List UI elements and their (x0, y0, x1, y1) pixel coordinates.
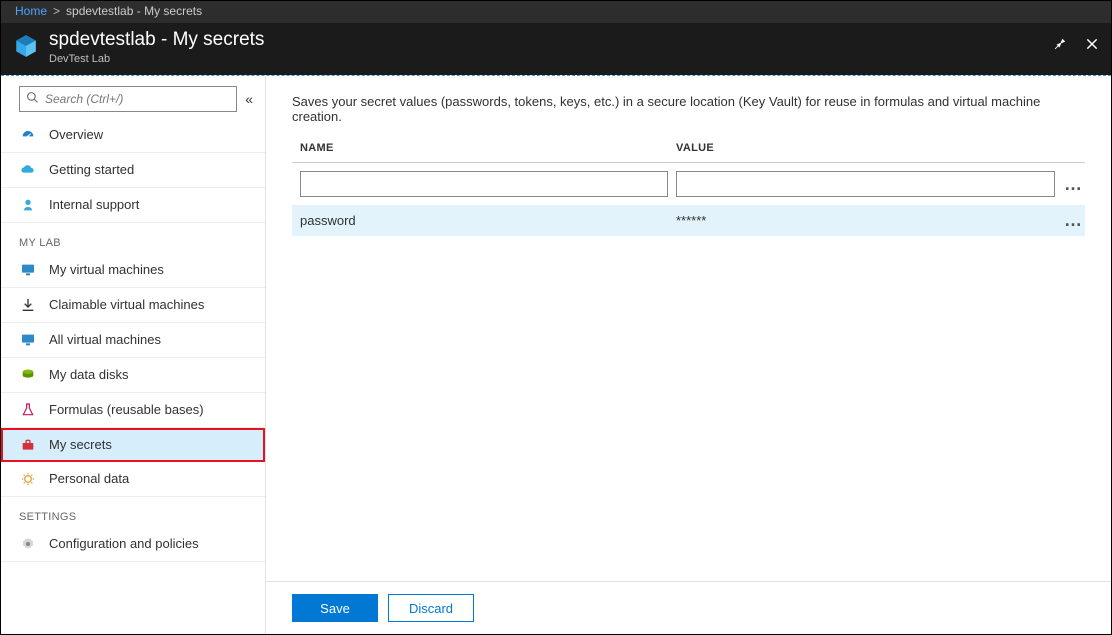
search-placeholder: Search (Ctrl+/) (45, 92, 123, 106)
breadcrumb: Home > spdevtestlab - My secrets (1, 1, 1111, 23)
sidebar-item-internal-support[interactable]: Internal support (1, 188, 265, 223)
sidebar-item-label: My virtual machines (49, 262, 164, 277)
save-button[interactable]: Save (292, 594, 378, 622)
blade-header: spdevtestlab - My secrets DevTest Lab (1, 23, 1111, 75)
sidebar: Search (Ctrl+/) « Overview Getting start… (1, 76, 266, 634)
blade-description: Saves your secret values (passwords, tok… (292, 94, 1085, 124)
secret-value-cell: ****** (676, 213, 1061, 228)
cloud-icon (19, 162, 37, 178)
vm-icon (19, 262, 37, 278)
close-icon[interactable] (1085, 37, 1099, 56)
sidebar-item-label: Formulas (reusable bases) (49, 402, 204, 417)
secrets-table: NAME VALUE … password ****** … (292, 142, 1085, 236)
vm-all-icon (19, 332, 37, 348)
sidebar-item-label: My secrets (49, 437, 112, 452)
sidebar-item-label: Configuration and policies (49, 536, 199, 551)
new-secret-row: … (292, 163, 1085, 205)
column-header-value: VALUE (676, 142, 1085, 154)
secrets-icon (19, 437, 37, 453)
pin-icon[interactable] (1053, 37, 1067, 56)
row-more-icon[interactable]: … (1061, 215, 1085, 225)
sidebar-item-label: Getting started (49, 162, 134, 177)
breadcrumb-current: spdevtestlab - My secrets (66, 4, 202, 18)
disks-icon (19, 367, 37, 383)
sidebar-section-settings: SETTINGS (1, 497, 265, 527)
blade-footer: Save Discard (266, 581, 1111, 634)
sidebar-item-label: Personal data (49, 471, 129, 486)
sidebar-item-data-disks[interactable]: My data disks (1, 358, 265, 393)
overview-icon (19, 127, 37, 143)
breadcrumb-home[interactable]: Home (15, 4, 47, 18)
sidebar-item-personal-data[interactable]: Personal data (1, 462, 265, 497)
sidebar-section-mylab: MY LAB (1, 223, 265, 253)
devtestlab-icon (13, 33, 39, 62)
new-secret-value-input[interactable] (676, 171, 1055, 197)
collapse-sidebar-icon[interactable]: « (245, 91, 253, 107)
sidebar-item-getting-started[interactable]: Getting started (1, 153, 265, 188)
sidebar-item-all-vms[interactable]: All virtual machines (1, 323, 265, 358)
column-header-name: NAME (300, 142, 676, 154)
sidebar-item-label: Claimable virtual machines (49, 297, 204, 312)
sidebar-item-config-policies[interactable]: Configuration and policies (1, 527, 265, 562)
support-icon (19, 197, 37, 213)
sidebar-item-claimable-vms[interactable]: Claimable virtual machines (1, 288, 265, 323)
gear-icon (19, 536, 37, 552)
sidebar-item-formulas[interactable]: Formulas (reusable bases) (1, 393, 265, 428)
breadcrumb-separator: > (53, 4, 60, 18)
search-icon (26, 91, 39, 107)
sidebar-item-label: All virtual machines (49, 332, 161, 347)
blade-subtitle: DevTest Lab (49, 53, 1053, 65)
sidebar-item-my-vms[interactable]: My virtual machines (1, 253, 265, 288)
table-row[interactable]: password ****** … (292, 205, 1085, 236)
discard-button[interactable]: Discard (388, 594, 474, 622)
row-more-icon[interactable]: … (1061, 179, 1085, 189)
personal-data-icon (19, 471, 37, 487)
flask-icon (19, 402, 37, 418)
sidebar-item-label: My data disks (49, 367, 128, 382)
sidebar-item-overview[interactable]: Overview (1, 118, 265, 153)
main-panel: Saves your secret values (passwords, tok… (266, 76, 1111, 634)
download-icon (19, 297, 37, 313)
sidebar-item-my-secrets[interactable]: My secrets (1, 428, 265, 462)
sidebar-item-label: Internal support (49, 197, 139, 212)
search-input[interactable]: Search (Ctrl+/) (19, 86, 237, 112)
sidebar-item-label: Overview (49, 127, 103, 142)
blade-title: spdevtestlab - My secrets (49, 29, 1053, 52)
secret-name-cell: password (300, 213, 676, 228)
new-secret-name-input[interactable] (300, 171, 668, 197)
